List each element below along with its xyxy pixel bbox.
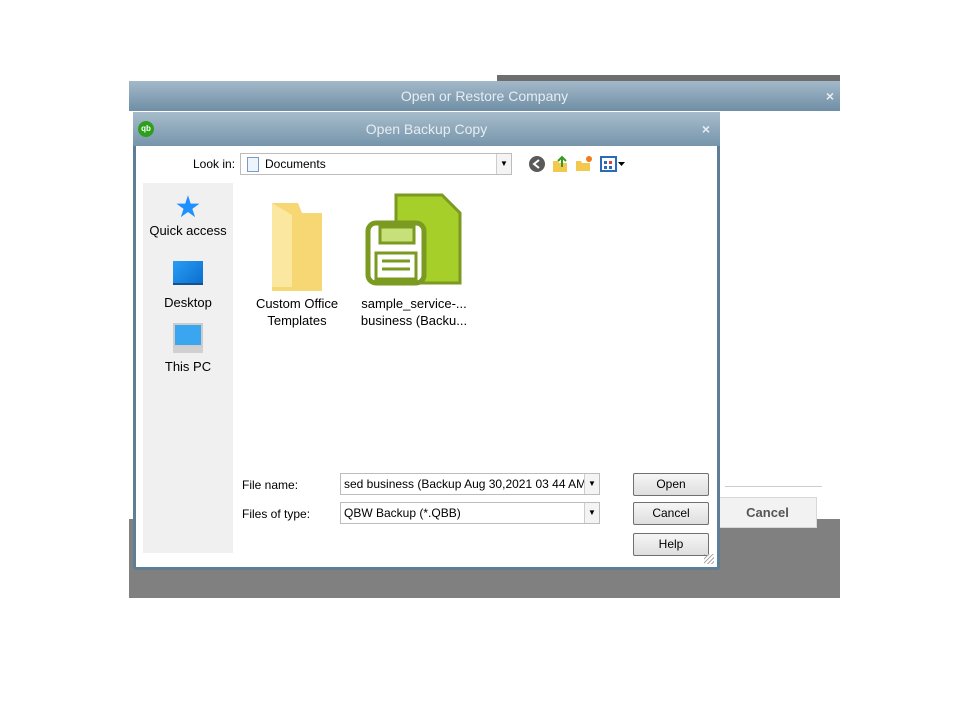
chevron-down-icon[interactable]: ▼ <box>584 474 599 494</box>
file-item-backup[interactable]: sample_service-... business (Backu... <box>354 191 474 329</box>
documents-icon <box>247 157 259 173</box>
open-button[interactable]: Open <box>633 473 709 496</box>
file-label: Templates <box>267 313 327 328</box>
cancel-button[interactable]: Cancel <box>718 497 817 528</box>
help-button[interactable]: Help <box>633 533 709 556</box>
window-title: Open or Restore Company <box>129 81 840 111</box>
close-icon[interactable]: × <box>826 81 834 111</box>
file-type-select[interactable]: QBW Backup (*.QBB) ▼ <box>340 502 600 524</box>
file-name-value: sed business (Backup Aug 30,2021 03 44 A… <box>344 477 591 491</box>
dialog-body: Look in: Documents ▼ ★ Quick access Desk… <box>136 146 717 567</box>
qb-backup-file-icon <box>365 193 462 286</box>
chevron-down-icon[interactable]: ▼ <box>496 154 511 174</box>
file-label: Custom Office <box>255 296 339 311</box>
cancel-button[interactable]: Cancel <box>633 502 709 525</box>
file-item-folder[interactable]: Custom Office Templates <box>237 199 357 329</box>
back-icon[interactable] <box>528 155 546 173</box>
quickbooks-logo-icon: qb <box>138 121 154 137</box>
place-label: This PC <box>164 359 212 374</box>
place-desktop[interactable]: Desktop <box>143 261 233 310</box>
up-folder-icon[interactable] <box>551 155 569 173</box>
place-label: Quick access <box>149 223 227 238</box>
file-name-label: File name: <box>242 478 299 492</box>
dialog-title: Open Backup Copy <box>133 112 720 146</box>
place-quick-access[interactable]: ★ Quick access <box>143 191 233 239</box>
look-in-value: Documents <box>265 157 326 171</box>
place-label: Desktop <box>164 295 212 310</box>
file-label: business (Backu... <box>360 313 468 328</box>
file-type-label: Files of type: <box>242 507 311 521</box>
divider <box>725 486 822 487</box>
open-backup-copy-dialog: Open Backup Copy qb × Look in: Documents… <box>133 112 720 570</box>
resize-grip[interactable] <box>704 554 714 564</box>
computer-icon <box>173 323 203 347</box>
new-folder-icon[interactable] <box>575 155 593 173</box>
place-this-pc[interactable]: This PC <box>143 323 233 374</box>
look-in-select[interactable]: Documents ▼ <box>240 153 512 175</box>
file-label: sample_service-... <box>361 296 467 311</box>
places-bar: ★ Quick access Desktop This PC <box>143 183 233 553</box>
view-menu-icon[interactable] <box>600 155 626 173</box>
star-icon: ★ <box>174 191 202 224</box>
file-name-input[interactable]: sed business (Backup Aug 30,2021 03 44 A… <box>340 473 600 495</box>
chevron-down-icon[interactable]: ▼ <box>584 503 599 523</box>
desktop-icon <box>173 261 203 285</box>
file-type-value: QBW Backup (*.QBB) <box>344 506 461 520</box>
close-icon[interactable]: × <box>702 112 710 146</box>
folder-icon <box>272 203 322 291</box>
look-in-label: Look in: <box>193 157 236 171</box>
